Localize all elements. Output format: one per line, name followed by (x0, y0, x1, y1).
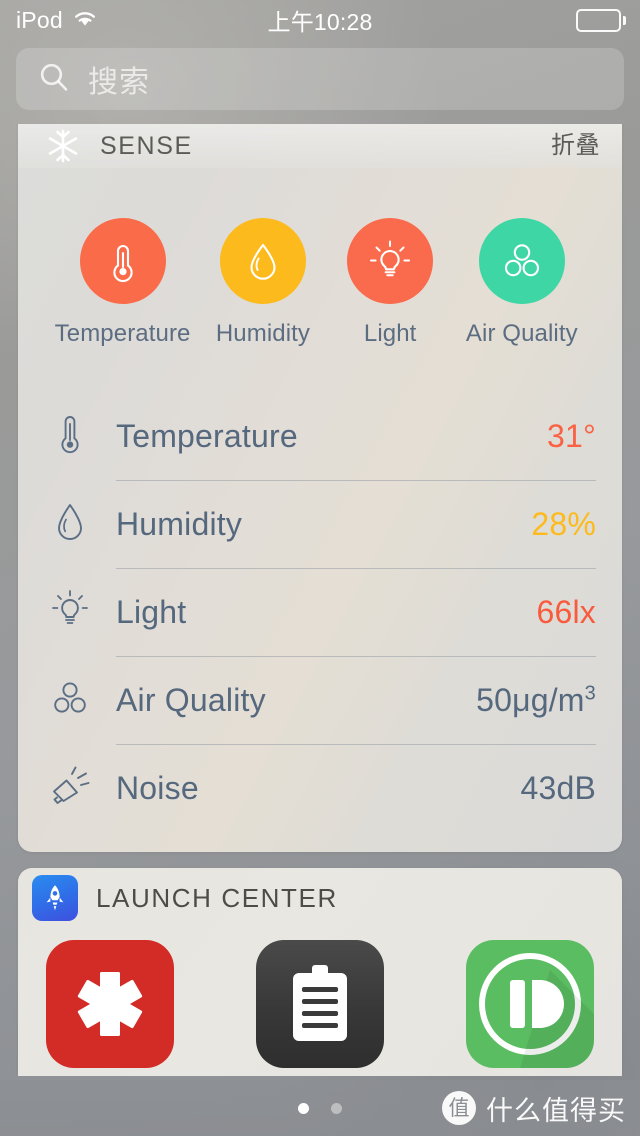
reading-row-air-quality[interactable]: Air Quality 50μg/m3 (18, 656, 622, 744)
battery-icon (576, 8, 626, 32)
reading-row-temperature[interactable]: Temperature 31° (18, 392, 622, 480)
water-drop-icon (219, 218, 306, 304)
snowflake-icon (42, 125, 84, 167)
launch-center-header: LAUNCH CENTER (18, 868, 622, 928)
reading-value-exponent: 3 (584, 681, 596, 704)
bottom-bar: 值 什么值得买 (0, 1080, 640, 1136)
page-dot-2[interactable] (331, 1102, 342, 1114)
launch-center-widget-card: LAUNCH CENTER (18, 868, 622, 1076)
sense-category-row: Temperature Humidity Light Air Quality (18, 168, 622, 348)
sense-collapse-button[interactable]: 折叠 (551, 134, 600, 158)
sense-readings-list: Temperature 31° Humidity 28% Light 66lx … (18, 348, 622, 852)
category-label: Light (363, 320, 417, 347)
reading-label: Humidity (116, 505, 243, 542)
launch-center-app-grid (18, 928, 622, 1076)
reading-value: 31° (547, 417, 596, 454)
clipboard-app-icon[interactable] (256, 940, 384, 1068)
reading-label: Air Quality (116, 681, 266, 718)
thermometer-icon (46, 410, 94, 462)
sense-widget-header: SENSE 折叠 (18, 124, 622, 168)
sense-widget-title: SENSE (100, 131, 193, 160)
reading-value: 50μg/m3 (476, 682, 596, 719)
category-air-quality[interactable]: Air Quality (452, 218, 592, 348)
lightbulb-icon (46, 586, 94, 638)
page-dot-1[interactable] (298, 1102, 309, 1114)
search-placeholder: 搜索 (88, 66, 150, 99)
watermark-text: 什么值得买 (486, 1095, 626, 1126)
reading-value: 66lx (536, 593, 596, 630)
particles-icon (46, 674, 94, 726)
reading-row-humidity[interactable]: Humidity 28% (18, 480, 622, 568)
reading-value: 28% (531, 505, 596, 542)
reading-row-noise[interactable]: Noise 43dB (18, 744, 622, 832)
wifi-icon (72, 7, 98, 34)
reading-label: Light (116, 593, 187, 630)
status-bar: iPod 上午10:28 (0, 0, 640, 40)
lastpass-app-icon[interactable] (46, 940, 174, 1068)
status-bar-left: iPod (16, 7, 321, 34)
reading-label: Temperature (116, 417, 298, 454)
carrier-label: iPod (16, 6, 63, 33)
search-icon (38, 61, 70, 98)
particles-icon (478, 218, 565, 304)
reading-label: Noise (116, 769, 199, 806)
reading-row-light[interactable]: Light 66lx (18, 568, 622, 656)
category-light[interactable]: Light (329, 218, 452, 348)
rocket-icon (32, 875, 78, 921)
today-view-scroll[interactable]: SENSE 折叠 Temperature Humidity Light Air … (0, 124, 640, 1076)
category-humidity[interactable]: Humidity (197, 218, 329, 348)
search-input[interactable]: 搜索 (16, 48, 624, 110)
water-drop-icon (46, 498, 94, 550)
thermometer-icon (79, 218, 166, 304)
megaphone-icon (46, 762, 94, 814)
watermark: 值 什么值得买 (442, 1089, 640, 1128)
launch-center-title: LAUNCH CENTER (96, 882, 338, 913)
category-label: Air Quality (465, 320, 578, 347)
category-label: Temperature (54, 320, 191, 347)
lightbulb-icon (347, 218, 434, 304)
search-bar-container: 搜索 (0, 40, 640, 124)
watermark-badge: 值 (442, 1091, 476, 1125)
reading-value: 43dB (520, 769, 596, 806)
category-temperature[interactable]: Temperature (48, 218, 197, 348)
card-bottom-padding (18, 832, 622, 852)
sense-widget-card: SENSE 折叠 Temperature Humidity Light Air … (18, 124, 622, 852)
pushbullet-app-icon[interactable] (466, 940, 594, 1068)
category-label: Humidity (215, 320, 311, 347)
reading-value-number: 50μg/m (476, 681, 585, 718)
status-bar-right (321, 8, 626, 32)
